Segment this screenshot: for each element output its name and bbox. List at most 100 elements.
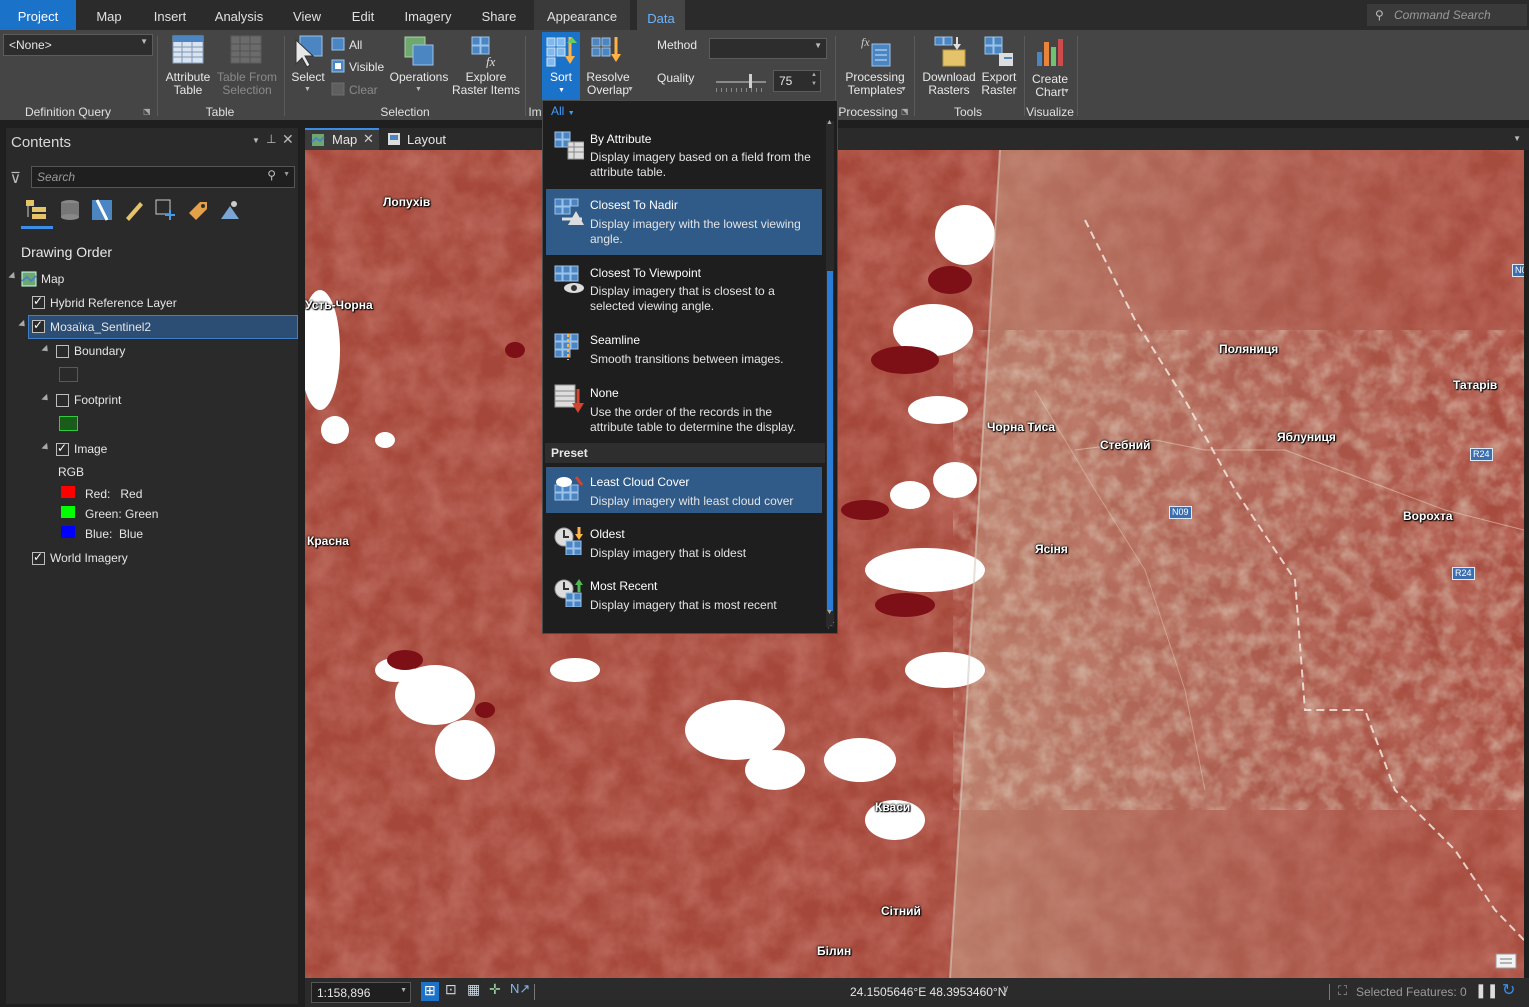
tab-imagery[interactable]: Imagery bbox=[396, 0, 460, 30]
image-label[interactable]: Image bbox=[74, 442, 107, 456]
download-rasters-button[interactable]: Download Rasters bbox=[918, 71, 980, 97]
definition-query-select[interactable]: <None> ▼ bbox=[3, 34, 153, 56]
list-by-selection-icon[interactable] bbox=[90, 198, 114, 222]
map-view[interactable]: Лопухів Усть-Чорна Красна Поляниця Татар… bbox=[305, 150, 1524, 978]
list-by-perspective-imagery-icon[interactable] bbox=[218, 198, 242, 222]
footprint-label[interactable]: Footprint bbox=[74, 393, 121, 407]
select-button[interactable]: Select bbox=[287, 71, 329, 84]
blue-swatch[interactable] bbox=[61, 526, 75, 538]
tab-appearance[interactable]: Appearance bbox=[534, 0, 630, 30]
search-icon[interactable]: ⚲ bbox=[267, 168, 276, 182]
method-select[interactable]: ▼ bbox=[709, 38, 827, 59]
red-swatch[interactable] bbox=[61, 486, 75, 498]
filter-all-dropdown[interactable]: All ▼ bbox=[551, 104, 575, 118]
drawing-order-heading: Drawing Order bbox=[21, 244, 113, 260]
table-icon[interactable]: ▦ bbox=[467, 981, 480, 998]
snapping-icon[interactable]: ✛ bbox=[489, 981, 501, 998]
explore-raster-items-button[interactable]: Explore Raster Items bbox=[451, 71, 521, 97]
collapse-icon[interactable] bbox=[41, 442, 51, 453]
tab-map-view[interactable]: Map ✕ bbox=[305, 128, 379, 150]
pin-icon[interactable]: ⊥ bbox=[266, 132, 276, 146]
tab-insert[interactable]: Insert bbox=[143, 0, 197, 30]
list-by-editing-icon[interactable] bbox=[122, 198, 146, 222]
preset-oldest-item[interactable]: Oldest Display imagery that is oldest bbox=[546, 519, 822, 565]
close-icon[interactable]: ✕ bbox=[282, 131, 294, 148]
map-notes-icon[interactable] bbox=[1495, 953, 1517, 971]
resize-grip-icon[interactable]: ⋰ bbox=[827, 621, 835, 630]
select-all-button[interactable]: All bbox=[349, 39, 362, 52]
hybrid-layer-label[interactable]: Hybrid Reference Layer bbox=[50, 296, 177, 310]
close-icon[interactable]: ✕ bbox=[363, 131, 374, 147]
list-by-snapping-icon[interactable] bbox=[154, 198, 178, 222]
navigation-button[interactable]: ⊞ bbox=[421, 982, 439, 1001]
quality-slider[interactable] bbox=[716, 81, 766, 83]
processing-templates-button[interactable]: Processing Templates bbox=[842, 71, 908, 97]
sort-closest-to-nadir-item[interactable]: Closest To Nadir Display imagery with th… bbox=[546, 189, 822, 255]
export-raster-button[interactable]: Export Raster bbox=[976, 71, 1022, 97]
mosaic-layer-checkbox[interactable] bbox=[32, 318, 45, 333]
list-by-drawing-order-icon[interactable] bbox=[24, 198, 48, 222]
footprint-checkbox[interactable] bbox=[56, 394, 69, 407]
chevron-down-icon: ▼ bbox=[400, 987, 407, 994]
sort-button[interactable]: Sort ▼ bbox=[542, 32, 580, 100]
tab-map[interactable]: Map bbox=[84, 0, 134, 30]
command-search-input[interactable]: ⚲ Command Search (Alt+Q) bbox=[1367, 4, 1527, 44]
preset-least-cloud-cover-item[interactable]: Least Cloud Cover Display imagery with l… bbox=[546, 467, 822, 513]
table-from-selection-button[interactable]: Table From Selection bbox=[214, 71, 280, 97]
mosaic-layer-label[interactable]: Мозаїка_Sentinel2 bbox=[50, 320, 151, 334]
sort-none-item[interactable]: None Use the order of the records in the… bbox=[546, 377, 822, 439]
tab-analysis[interactable]: Analysis bbox=[206, 0, 272, 30]
scroll-up-icon[interactable]: ▲ bbox=[826, 119, 833, 126]
world-imagery-checkbox[interactable] bbox=[32, 550, 45, 565]
refresh-icon[interactable]: ↻ bbox=[1502, 980, 1515, 1000]
boundary-checkbox[interactable] bbox=[56, 345, 69, 358]
collapse-icon[interactable] bbox=[41, 344, 51, 355]
sort-by-attribute-item[interactable]: By Attribute Display imagery based on a … bbox=[546, 123, 822, 185]
scroll-down-icon[interactable]: ▼ bbox=[826, 609, 833, 616]
sort-closest-to-viewpoint-item[interactable]: Closest To Viewpoint Display imagery tha… bbox=[546, 257, 822, 319]
tab-project[interactable]: Project bbox=[0, 0, 76, 30]
operations-button[interactable]: Operations bbox=[388, 71, 450, 84]
chevron-down-icon[interactable]: ∨ bbox=[1002, 984, 1009, 995]
green-swatch[interactable] bbox=[61, 506, 75, 518]
scrollbar-thumb[interactable] bbox=[827, 271, 833, 611]
collapse-icon[interactable] bbox=[18, 319, 28, 330]
north-arrow-icon[interactable]: N↗ bbox=[510, 981, 530, 997]
resolve-overlap-button[interactable]: Resolve Overlap bbox=[582, 71, 634, 97]
spinner-icon[interactable]: ▲ ▼ bbox=[811, 71, 817, 89]
pause-icon[interactable]: ❚❚ bbox=[1475, 982, 1498, 999]
attribute-table-button[interactable]: Attribute Table bbox=[160, 71, 216, 97]
tab-layout-view[interactable]: Layout bbox=[385, 128, 451, 150]
chevron-down-icon[interactable]: ▼ bbox=[1513, 134, 1521, 143]
collapse-icon[interactable] bbox=[41, 393, 51, 404]
contents-search-input[interactable]: Search ⚲ ▼ bbox=[31, 166, 295, 188]
boundary-symbol[interactable] bbox=[59, 367, 78, 382]
filter-icon[interactable]: ⊽ bbox=[10, 169, 21, 187]
map-node[interactable]: Map bbox=[41, 272, 64, 286]
quality-input[interactable]: 75 ▲ ▼ bbox=[773, 70, 821, 92]
sort-seamline-item[interactable]: Seamline Smooth transitions between imag… bbox=[546, 325, 822, 371]
quality-slider-thumb[interactable] bbox=[749, 74, 752, 88]
world-imagery-label[interactable]: World Imagery bbox=[50, 551, 128, 565]
scale-select[interactable]: 1:158,896 ▼ bbox=[311, 982, 411, 1003]
launcher-icon[interactable]: ⬔ bbox=[901, 107, 909, 116]
launcher-icon[interactable]: ⬔ bbox=[143, 107, 151, 116]
hybrid-layer-checkbox[interactable] bbox=[32, 294, 45, 309]
image-checkbox[interactable] bbox=[56, 441, 69, 456]
footprint-symbol[interactable] bbox=[59, 416, 78, 431]
select-visible-button[interactable]: Visible bbox=[349, 61, 384, 74]
list-by-labeling-icon[interactable] bbox=[186, 198, 210, 222]
preset-most-recent-item[interactable]: Most Recent Display imagery that is most… bbox=[546, 571, 822, 617]
pane-menu-icon[interactable]: ▼ bbox=[252, 136, 260, 145]
create-chart-button[interactable]: Create Chart bbox=[1026, 73, 1074, 99]
clear-selection-button[interactable]: Clear bbox=[349, 84, 378, 97]
tab-edit[interactable]: Edit bbox=[340, 0, 386, 30]
list-by-source-icon[interactable] bbox=[58, 198, 82, 222]
collapse-icon[interactable] bbox=[8, 271, 18, 282]
boundary-label[interactable]: Boundary bbox=[74, 344, 125, 358]
chevron-down-icon[interactable]: ▼ bbox=[283, 171, 290, 178]
tab-data[interactable]: Data bbox=[637, 0, 685, 32]
tab-view[interactable]: View bbox=[282, 0, 332, 30]
tab-share[interactable]: Share bbox=[470, 0, 528, 30]
rotation-icon[interactable]: ⊡ bbox=[445, 981, 457, 998]
